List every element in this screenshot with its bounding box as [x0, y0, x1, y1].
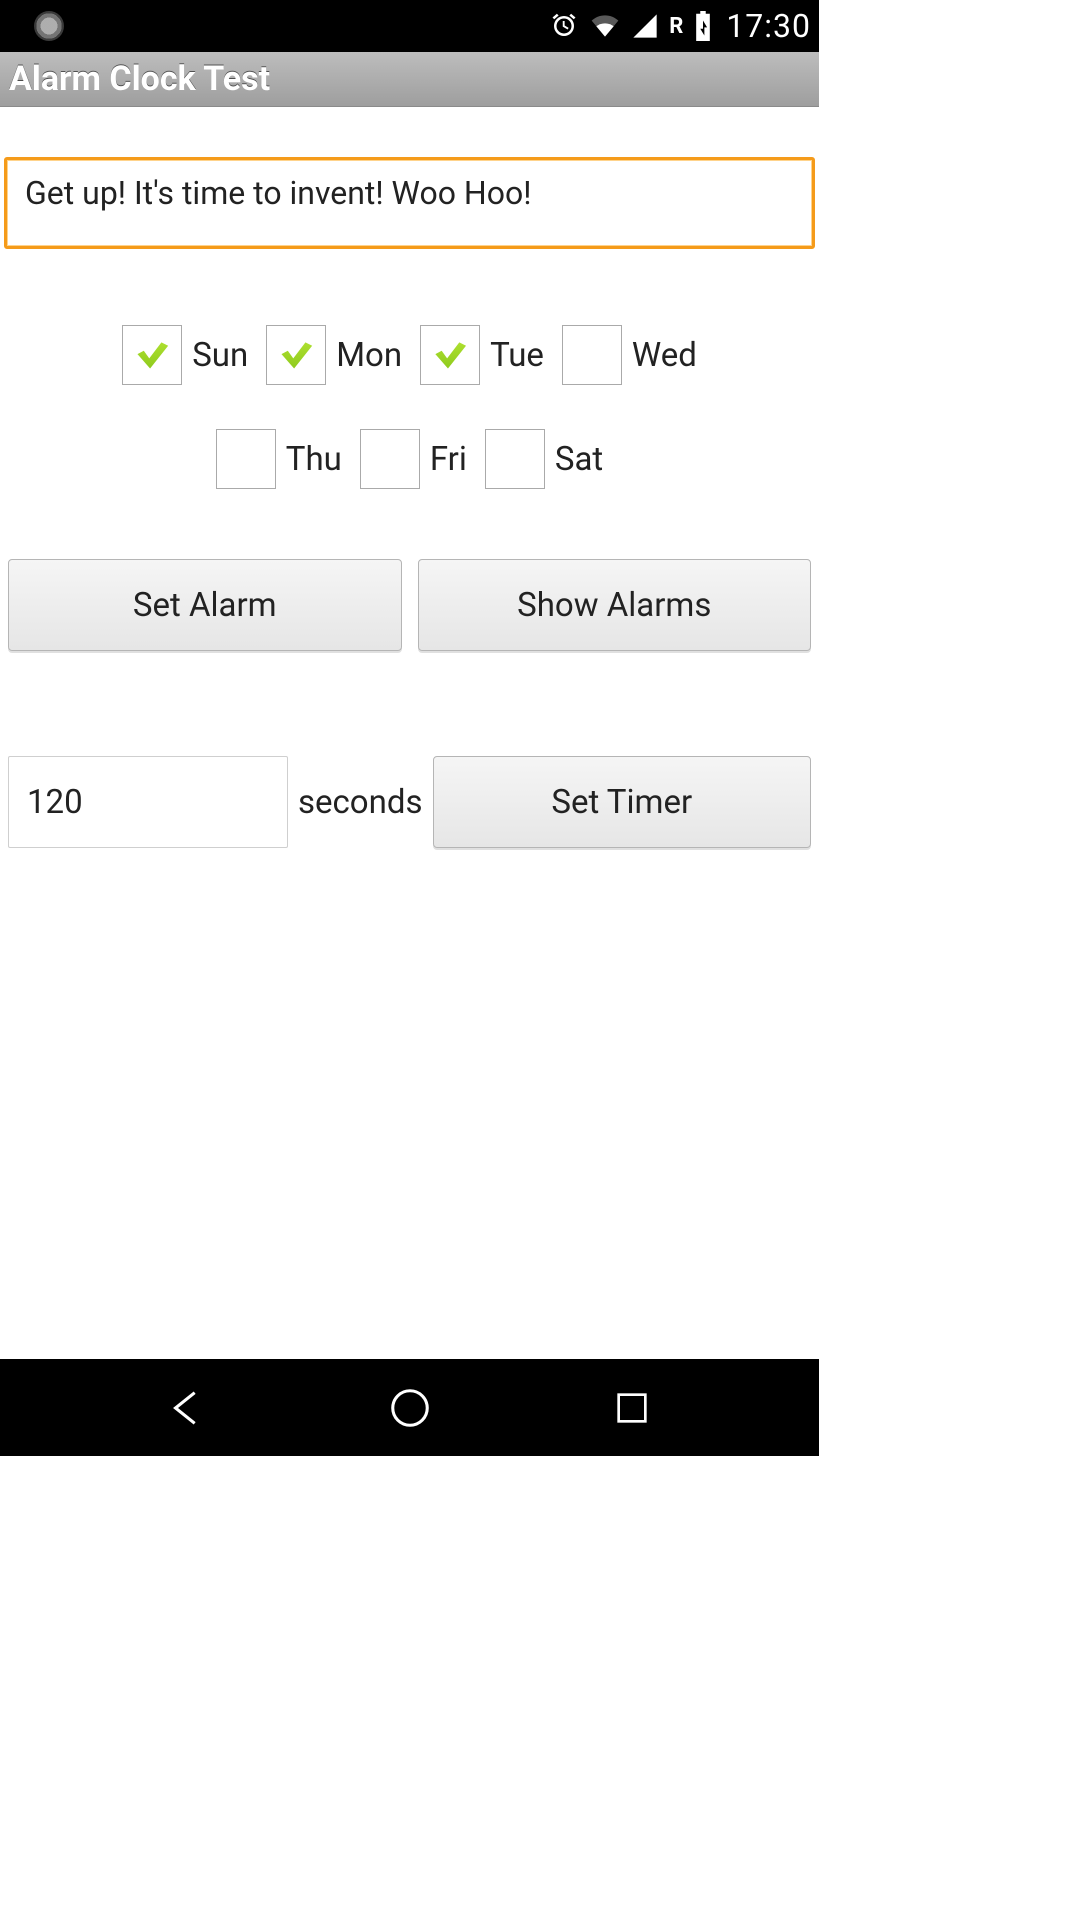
day-label-wed: Wed	[632, 336, 697, 375]
checkbox-tue[interactable]	[420, 325, 480, 385]
alarm-message-field-wrapper	[4, 157, 815, 249]
action-bar: Alarm Clock Test	[0, 52, 819, 107]
day-mon[interactable]: Mon	[266, 325, 402, 385]
seconds-label: seconds	[298, 783, 423, 822]
checkbox-sun[interactable]	[122, 325, 182, 385]
back-icon[interactable]	[152, 1373, 222, 1443]
day-label-tue: Tue	[490, 336, 544, 375]
day-fri[interactable]: Fri	[360, 429, 467, 489]
day-label-thu: Thu	[286, 440, 342, 479]
day-wed[interactable]: Wed	[562, 325, 697, 385]
day-tue[interactable]: Tue	[420, 325, 544, 385]
day-thu[interactable]: Thu	[216, 429, 342, 489]
battery-charging-icon	[694, 11, 712, 41]
checkbox-sat[interactable]	[485, 429, 545, 489]
days-group: Sun Mon Tue Wed Thu Fri	[0, 325, 819, 489]
cell-signal-icon	[631, 12, 659, 40]
alarm-icon	[549, 11, 579, 41]
status-bar: R 17:30	[0, 0, 819, 52]
status-bar-right: R 17:30	[549, 7, 811, 45]
status-clock: 17:30	[726, 7, 811, 45]
recents-icon[interactable]	[597, 1373, 667, 1443]
timer-row: seconds Set Timer	[0, 756, 819, 848]
show-alarms-button[interactable]: Show Alarms	[418, 559, 812, 651]
days-row-1: Sun Mon Tue Wed	[122, 325, 697, 385]
days-row-2: Thu Fri Sat	[216, 429, 603, 489]
home-icon[interactable]	[375, 1373, 445, 1443]
timer-seconds-input[interactable]	[8, 756, 288, 848]
spinner-icon	[34, 11, 64, 41]
checkbox-fri[interactable]	[360, 429, 420, 489]
day-label-mon: Mon	[336, 336, 402, 375]
alarm-buttons-row: Set Alarm Show Alarms	[0, 559, 819, 651]
roaming-indicator: R	[669, 14, 684, 39]
checkbox-mon[interactable]	[266, 325, 326, 385]
action-bar-title: Alarm Clock Test	[9, 59, 270, 99]
checkbox-thu[interactable]	[216, 429, 276, 489]
set-alarm-button[interactable]: Set Alarm	[8, 559, 402, 651]
day-sun[interactable]: Sun	[122, 325, 248, 385]
day-label-fri: Fri	[430, 440, 467, 479]
navigation-bar	[0, 1359, 819, 1456]
day-label-sun: Sun	[192, 336, 248, 375]
alarm-message-input[interactable]	[25, 174, 794, 212]
content-area: Sun Mon Tue Wed Thu Fri	[0, 107, 819, 1359]
set-timer-button[interactable]: Set Timer	[433, 756, 812, 848]
day-sat[interactable]: Sat	[485, 429, 603, 489]
checkbox-wed[interactable]	[562, 325, 622, 385]
wifi-icon	[589, 12, 621, 40]
day-label-sat: Sat	[555, 440, 603, 479]
